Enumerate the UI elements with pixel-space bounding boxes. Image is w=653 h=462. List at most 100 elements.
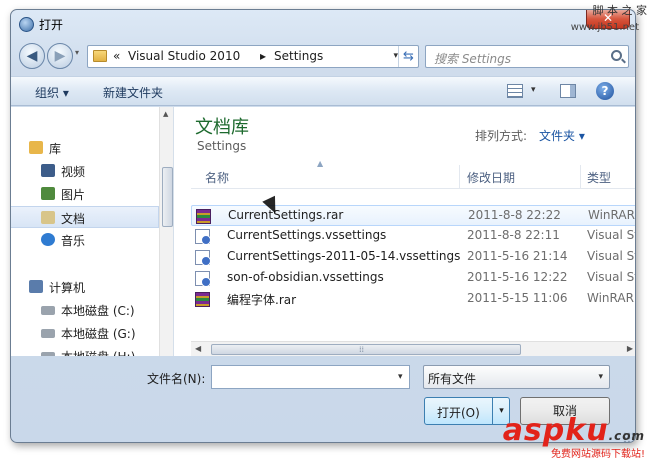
- filename-input[interactable]: [211, 365, 410, 389]
- sidebar-item-label: 文档: [61, 212, 86, 226]
- file-type: Visual Stu: [587, 249, 635, 263]
- address-bar[interactable]: « Visual Studio 2010 ▸ Settings ▾ ⇆: [87, 45, 419, 68]
- search-box[interactable]: 搜索 Settings: [425, 45, 629, 68]
- preview-pane-icon[interactable]: [560, 84, 576, 98]
- watermark-brand-text: aspku: [502, 413, 609, 448]
- sidebar-item-pictures[interactable]: 图片: [11, 183, 159, 205]
- sidebar-item-computer[interactable]: 计算机: [11, 276, 159, 298]
- scroll-up-icon[interactable]: ▲: [163, 110, 168, 118]
- sidebar-item-drive-g[interactable]: 本地磁盘 (G:): [11, 322, 159, 344]
- file-row[interactable]: CurrentSettings-2011-05-14.vssettings 20…: [191, 247, 635, 268]
- open-button-label: 打开(O): [437, 406, 480, 420]
- refresh-icon[interactable]: ⇆: [398, 46, 418, 67]
- computer-icon: [29, 280, 43, 293]
- chevron-down-icon: ▾: [598, 372, 603, 382]
- recent-locations-dropdown[interactable]: ▾: [75, 48, 79, 57]
- sidebar-item-music[interactable]: 音乐: [11, 229, 159, 251]
- open-dialog: 打开 ✕ ◀ ▶ ▾ « Visual Studio 2010 ▸ Settin…: [10, 9, 636, 443]
- file-date: 2011-5-16 12:22: [467, 270, 568, 284]
- breadcrumb-settings[interactable]: Settings: [274, 49, 323, 63]
- arrange-by-dropdown[interactable]: 文件夹 ▾: [539, 127, 585, 144]
- scroll-left-icon[interactable]: ◀: [195, 344, 201, 353]
- documents-icon: [41, 211, 55, 224]
- file-date: 2011-5-16 21:14: [467, 249, 568, 263]
- sidebar-item-label: 图片: [61, 188, 86, 202]
- navigation-pane: 库 视频 图片 文档 音乐 计算机 本地磁盘 (C:) 本地磁盘 (G:) ▲: [11, 107, 174, 356]
- column-date[interactable]: 修改日期: [467, 169, 515, 189]
- file-date: 2011-8-8 22:22: [468, 208, 561, 222]
- breadcrumb-separator[interactable]: ▸: [260, 49, 266, 63]
- sidebar-item-label: 本地磁盘 (G:): [61, 327, 136, 341]
- file-type: WinRAR: [588, 208, 635, 222]
- watermark-site-name: 脚 本 之 家: [592, 4, 648, 17]
- dialog-title: 打开: [39, 18, 64, 32]
- filename-history-dropdown[interactable]: ▾: [398, 372, 403, 382]
- folder-icon: [93, 50, 107, 62]
- sidebar-item-label: 本地磁盘 (C:): [61, 304, 135, 318]
- back-button[interactable]: ◀: [19, 43, 45, 69]
- scroll-grip-icon: ⁞⁞: [359, 345, 365, 354]
- filename-label: 文件名(N):: [147, 372, 206, 386]
- column-type[interactable]: 类型: [587, 169, 611, 189]
- file-row[interactable]: 编程字体.rar 2011-5-15 11:06 WinRAR: [191, 289, 635, 310]
- dialog-icon: [19, 17, 34, 32]
- file-row[interactable]: son-of-obsidian.vssettings 2011-5-16 12:…: [191, 268, 635, 289]
- drive-icon: [41, 329, 55, 338]
- file-row[interactable]: CurrentSettings.rar 2011-8-8 22:22 WinRA…: [191, 205, 635, 226]
- vssettings-file-icon: [195, 271, 211, 287]
- horizontal-scrollbar[interactable]: ◀ ⁞⁞ ▶: [191, 341, 635, 356]
- file-type: Visual Stu: [587, 270, 635, 284]
- navigation-bar: ◀ ▶ ▾ « Visual Studio 2010 ▸ Settings ▾ …: [11, 40, 635, 72]
- new-folder-button[interactable]: 新建文件夹: [103, 84, 163, 101]
- sidebar-item-libraries[interactable]: 库: [11, 137, 159, 159]
- sidebar-item-drive-h[interactable]: 本地磁盘 (H:): [11, 345, 159, 356]
- file-name: son-of-obsidian.vssettings: [227, 270, 384, 284]
- dialog-body: 库 视频 图片 文档 音乐 计算机 本地磁盘 (C:) 本地磁盘 (G:) ▲ …: [11, 107, 635, 356]
- breadcrumb-visual-studio[interactable]: Visual Studio 2010: [128, 49, 240, 63]
- library-title: 文档库: [195, 117, 249, 138]
- music-icon: [41, 233, 55, 246]
- column-name[interactable]: 名称: [205, 169, 229, 189]
- sidebar-scrollbar[interactable]: ▲: [159, 107, 173, 356]
- organize-button[interactable]: 组织 ▾: [35, 84, 69, 101]
- breadcrumb-overflow[interactable]: «: [113, 49, 120, 63]
- open-button[interactable]: 打开(O) ▾: [424, 397, 510, 425]
- file-name: CurrentSettings.rar: [228, 208, 344, 222]
- sidebar-item-label: 本地磁盘 (H:): [61, 348, 135, 356]
- forward-button[interactable]: ▶: [47, 43, 73, 69]
- horizontal-scroll-thumb[interactable]: ⁞⁞: [211, 344, 521, 355]
- sidebar-item-label: 库: [49, 142, 62, 156]
- vssettings-file-icon: [195, 250, 211, 266]
- help-icon[interactable]: ?: [596, 82, 614, 100]
- rar-archive-icon: [195, 292, 210, 307]
- view-options-icon[interactable]: [507, 84, 523, 98]
- rar-archive-icon: [196, 209, 211, 224]
- file-date: 2011-5-15 11:06: [467, 291, 568, 305]
- sidebar-scroll-thumb[interactable]: [162, 167, 173, 227]
- arrange-by-label: 排列方式:: [475, 129, 528, 143]
- library-icon: [29, 141, 43, 154]
- library-subtitle: Settings: [197, 139, 247, 153]
- search-input[interactable]: 搜索 Settings: [434, 50, 511, 67]
- file-type-filter[interactable]: 所有文件 ▾: [423, 365, 610, 389]
- scroll-right-icon[interactable]: ▶: [627, 344, 633, 353]
- sidebar-item-label: 音乐: [61, 234, 86, 248]
- search-icon[interactable]: [611, 50, 622, 61]
- column-header: 名称 修改日期 类型: [191, 165, 635, 189]
- file-date: 2011-8-8 22:11: [467, 228, 560, 242]
- view-dropdown-icon[interactable]: ▾: [531, 85, 536, 95]
- column-divider[interactable]: [580, 165, 581, 189]
- file-type: WinRAR: [587, 291, 634, 305]
- vssettings-file-icon: [195, 229, 211, 245]
- file-type: Visual Stu: [587, 228, 635, 242]
- sidebar-item-label: 视频: [61, 165, 86, 179]
- sidebar-item-label: 计算机: [49, 281, 86, 295]
- title-bar: 打开 ✕: [11, 10, 635, 38]
- sidebar-item-videos[interactable]: 视频: [11, 160, 159, 182]
- sidebar-item-documents[interactable]: 文档: [11, 206, 159, 228]
- watermark-tagline: 免费网站源码下载站!: [550, 449, 645, 460]
- file-row[interactable]: CurrentSettings.vssettings 2011-8-8 22:1…: [191, 226, 635, 247]
- column-divider[interactable]: [459, 165, 460, 189]
- sidebar-item-drive-c[interactable]: 本地磁盘 (C:): [11, 299, 159, 321]
- command-bar: 组织 ▾ 新建文件夹 ▾ ?: [11, 76, 635, 106]
